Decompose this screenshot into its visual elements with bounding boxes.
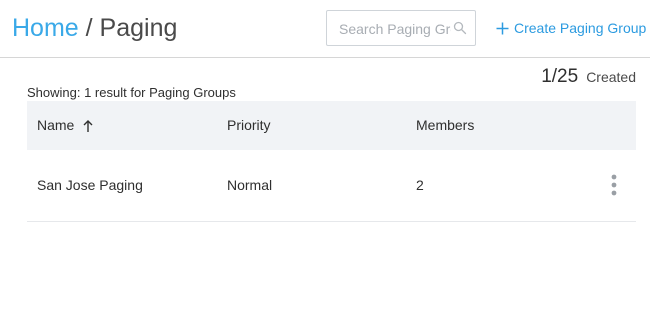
search-input[interactable]	[339, 19, 451, 39]
created-count-label: Created	[586, 69, 636, 85]
column-header-priority[interactable]: Priority	[227, 101, 271, 150]
column-header-members[interactable]: Members	[416, 101, 474, 150]
cell-priority: Normal	[227, 177, 273, 193]
cell-name: San Jose Paging	[37, 177, 143, 193]
plus-icon	[496, 22, 509, 34]
create-paging-group-label: Create Paging Group	[514, 20, 647, 36]
page-title: Paging	[99, 14, 178, 42]
more-vertical-icon[interactable]	[607, 174, 621, 196]
arrow-up-icon	[83, 119, 93, 132]
created-count: 1/25 Created	[541, 66, 636, 88]
table-row[interactable]: San Jose Paging Normal 2	[27, 150, 636, 222]
breadcrumb-home-link[interactable]: Home	[12, 14, 79, 42]
created-count-value: 1/25	[541, 66, 579, 87]
breadcrumb-separator: /	[78, 14, 100, 42]
result-summary: Showing: 1 result for Paging Groups	[27, 85, 236, 100]
paging-groups-table: Name Priority Members San Jose Paging No…	[27, 101, 636, 222]
table-header: Name Priority Members	[27, 101, 636, 150]
column-header-name-label: Name	[37, 117, 75, 133]
breadcrumb: Home / Paging	[12, 12, 177, 44]
search-box[interactable]	[326, 10, 476, 46]
create-paging-group-button[interactable]: Create Paging Group	[496, 17, 646, 39]
search-icon[interactable]	[453, 21, 467, 35]
cell-members: 2	[416, 177, 424, 193]
column-header-name[interactable]: Name	[37, 101, 94, 150]
page-header: Home / Paging Create Paging Group	[0, 0, 650, 58]
